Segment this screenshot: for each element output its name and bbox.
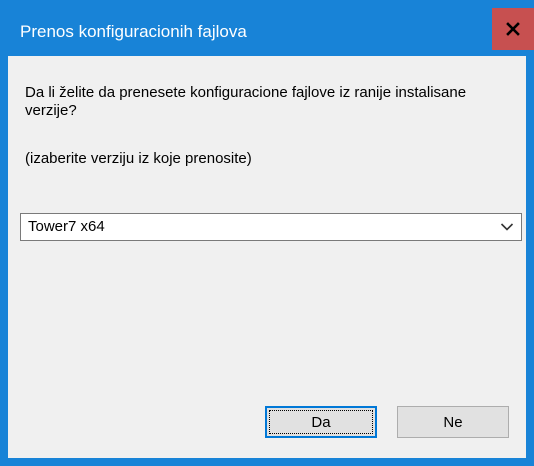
version-select-value: Tower7 x64 <box>28 218 105 235</box>
hint-text: (izaberite verziju iz koje prenosite) <box>25 150 252 167</box>
no-button-label: Ne <box>443 413 463 431</box>
close-icon <box>506 22 520 36</box>
question-text: Da li želite da prenesete konfiguracione… <box>25 84 467 119</box>
window-title: Prenos konfiguracionih fajlova <box>20 22 247 41</box>
yes-button[interactable]: Da <box>265 406 377 438</box>
close-button[interactable] <box>492 8 534 50</box>
version-select[interactable]: Tower7 x64 <box>20 213 522 241</box>
dialog-content: Da li želite da prenesete konfiguracione… <box>8 56 526 458</box>
dialog-window: Prenos konfiguracionih fajlova Da li žel… <box>0 0 534 466</box>
chevron-down-icon <box>500 222 514 232</box>
title-bar[interactable]: Prenos konfiguracionih fajlova <box>8 0 534 56</box>
no-button[interactable]: Ne <box>397 406 509 438</box>
yes-button-label: Da <box>311 413 331 431</box>
